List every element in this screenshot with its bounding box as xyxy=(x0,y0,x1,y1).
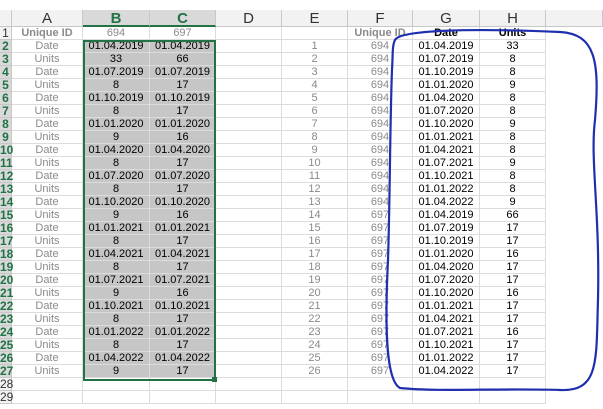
annotation-loop xyxy=(385,28,600,392)
hand-drawn-highlight-outline xyxy=(385,28,600,392)
fill-handle[interactable] xyxy=(212,377,217,382)
